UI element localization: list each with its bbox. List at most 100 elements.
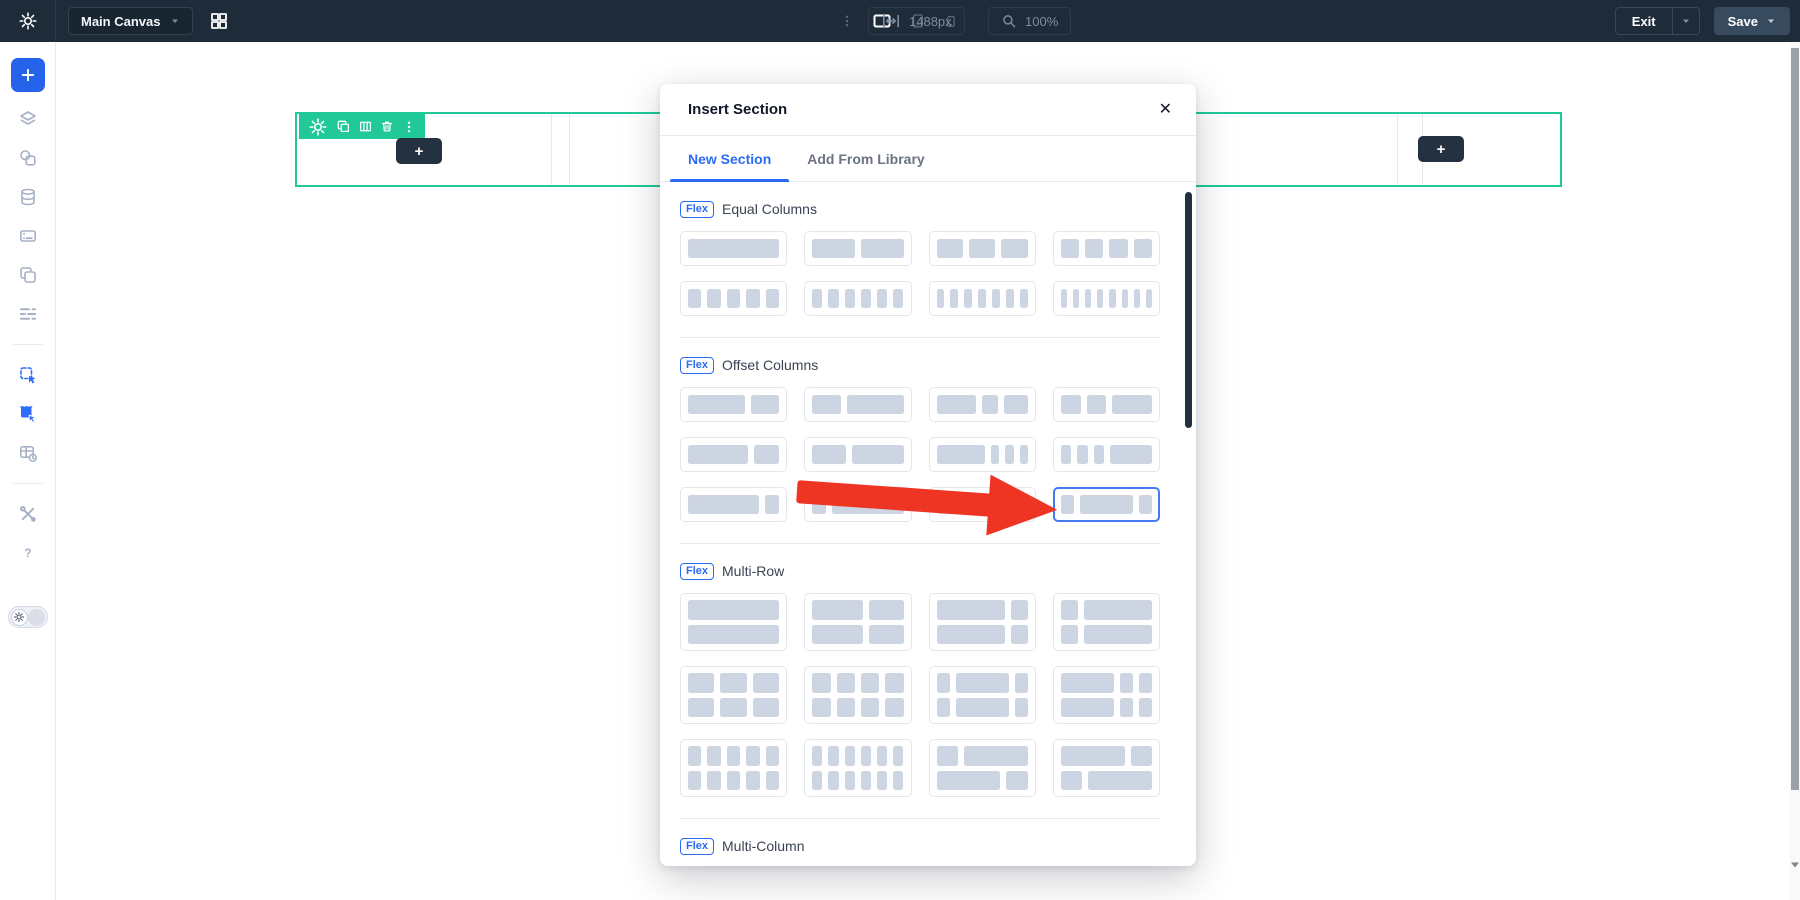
- thumbnail-block: [1120, 698, 1133, 718]
- canvas-width-field[interactable]: 1488px: [868, 7, 965, 35]
- section-kebab-button[interactable]: [402, 118, 416, 136]
- layout-thumbnail[interactable]: [929, 593, 1036, 651]
- section-columns-button[interactable]: [359, 120, 372, 133]
- thumbnail-row: [688, 395, 779, 414]
- layout-group-label: Offset Columns: [722, 357, 818, 373]
- section-gear-button[interactable]: [308, 117, 328, 137]
- thumbnail-block: [1122, 289, 1128, 308]
- layout-thumbnail[interactable]: [1053, 666, 1160, 724]
- thumbnail-block: [1112, 395, 1152, 414]
- layout-thumbnail-selected[interactable]: [1053, 487, 1160, 522]
- sidebar-item-help[interactable]: ?: [16, 541, 40, 565]
- thumbnail-block: [847, 395, 904, 414]
- grid-view-button[interactable]: [209, 11, 229, 31]
- layout-thumbnail[interactable]: [680, 487, 787, 522]
- sidebar-item-multi-select-mode[interactable]: [16, 402, 40, 426]
- trash-icon: [381, 120, 393, 133]
- thumbnail-row: [812, 673, 903, 693]
- sidebar: ?: [0, 42, 56, 900]
- close-icon[interactable]: ✕: [1159, 102, 1172, 118]
- layout-thumbnail[interactable]: [680, 387, 787, 422]
- layout-thumbnail[interactable]: [1053, 281, 1160, 316]
- canvas-selector-dropdown[interactable]: Main Canvas: [68, 7, 193, 35]
- layout-thumbnail[interactable]: [804, 387, 911, 422]
- layout-thumbnail[interactable]: [929, 281, 1036, 316]
- sidebar-item-forms[interactable]: [16, 224, 40, 248]
- layout-thumbnail[interactable]: [680, 231, 787, 266]
- sidebar-item-global-settings[interactable]: [16, 302, 40, 326]
- sidebar-item-history[interactable]: [16, 441, 40, 465]
- tab-new-section[interactable]: New Section: [670, 136, 789, 181]
- thumbnail-block: [1094, 445, 1104, 464]
- thumbnail-block: [1109, 239, 1127, 258]
- thumbnail-row: [1061, 445, 1152, 464]
- layout-thumbnail[interactable]: [804, 281, 911, 316]
- layout-thumbnail[interactable]: [680, 593, 787, 651]
- layout-thumbnail[interactable]: [804, 666, 911, 724]
- kebab-menu-icon[interactable]: [840, 12, 854, 30]
- layout-thumbnail[interactable]: [929, 739, 1036, 797]
- layout-thumbnail[interactable]: [680, 739, 787, 797]
- layout-thumbnail[interactable]: [929, 666, 1036, 724]
- layout-thumbnail[interactable]: [929, 231, 1036, 266]
- exit-dropdown-button[interactable]: [1672, 8, 1699, 34]
- layout-thumbnail[interactable]: [929, 387, 1036, 422]
- thumbnail-block: [1084, 625, 1152, 645]
- app-settings-button[interactable]: [0, 0, 56, 42]
- layout-thumbnail[interactable]: [929, 487, 1036, 522]
- layout-thumbnail[interactable]: [804, 437, 911, 472]
- sidebar-item-pages[interactable]: [16, 263, 40, 287]
- layout-thumbnail[interactable]: [1053, 739, 1160, 797]
- thumbnail-row: [688, 771, 779, 791]
- thumbnail-row: [1061, 625, 1152, 645]
- layout-thumbnail[interactable]: [680, 437, 787, 472]
- exit-button[interactable]: Exit: [1616, 8, 1672, 34]
- layout-thumbnail[interactable]: [1053, 437, 1160, 472]
- thumbnail-block: [707, 746, 720, 766]
- layout-group-offset-columns: FlexOffset Columns: [680, 338, 1160, 522]
- tab-add-from-library[interactable]: Add From Library: [789, 136, 942, 181]
- modal-scrollbar[interactable]: [1185, 192, 1192, 428]
- page-scrollbar-thumb[interactable]: [1791, 48, 1799, 790]
- zoom-field[interactable]: 100%: [988, 7, 1071, 35]
- section-trash-button[interactable]: [381, 120, 393, 133]
- thumbnail-row: [1061, 495, 1152, 514]
- layout-thumbnail[interactable]: [929, 437, 1036, 472]
- scroll-down-arrow-icon[interactable]: [1791, 860, 1799, 870]
- layout-thumbnail[interactable]: [1053, 387, 1160, 422]
- sidebar-item-add-element[interactable]: [11, 58, 45, 92]
- thumbnail-block: [845, 289, 855, 308]
- layout-thumbnail[interactable]: [680, 281, 787, 316]
- sidebar-item-tools[interactable]: [16, 502, 40, 526]
- sidebar-item-theme-toggle[interactable]: [8, 606, 48, 628]
- layout-thumbnail[interactable]: [804, 593, 911, 651]
- thumbnail-block: [1087, 395, 1107, 414]
- thumbnail-block: [869, 625, 903, 645]
- thumbnail-block: [956, 673, 1009, 693]
- sidebar-item-select-mode[interactable]: [16, 363, 40, 387]
- page-scrollbar[interactable]: [1790, 42, 1800, 900]
- layout-grid: [680, 593, 1160, 797]
- thumbnail-block: [766, 771, 779, 791]
- layout-thumbnail[interactable]: [1053, 231, 1160, 266]
- thumbnail-block: [1085, 239, 1103, 258]
- layout-thumbnail[interactable]: [804, 739, 911, 797]
- sidebar-item-layers[interactable]: [16, 107, 40, 131]
- thumbnail-block: [688, 698, 714, 718]
- layout-thumbnail[interactable]: [1053, 593, 1160, 651]
- sidebar-item-design-library[interactable]: [16, 146, 40, 170]
- layout-group-equal-columns: FlexEqual Columns: [680, 182, 1160, 316]
- sidebar-item-data[interactable]: [16, 185, 40, 209]
- layout-thumbnail[interactable]: [804, 487, 911, 522]
- layout-thumbnail[interactable]: [680, 666, 787, 724]
- add-element-button[interactable]: +: [396, 138, 442, 164]
- thumbnail-block: [1061, 395, 1081, 414]
- section-duplicate-button[interactable]: [337, 120, 350, 133]
- save-button[interactable]: Save: [1714, 7, 1790, 35]
- layout-group-label: Multi-Row: [722, 563, 784, 579]
- column-divider: [551, 114, 552, 185]
- layout-thumbnail[interactable]: [804, 231, 911, 266]
- column-divider: [569, 114, 570, 185]
- layout-group-multi-row: FlexMulti-Row: [680, 544, 1160, 797]
- add-element-button[interactable]: +: [1418, 136, 1464, 162]
